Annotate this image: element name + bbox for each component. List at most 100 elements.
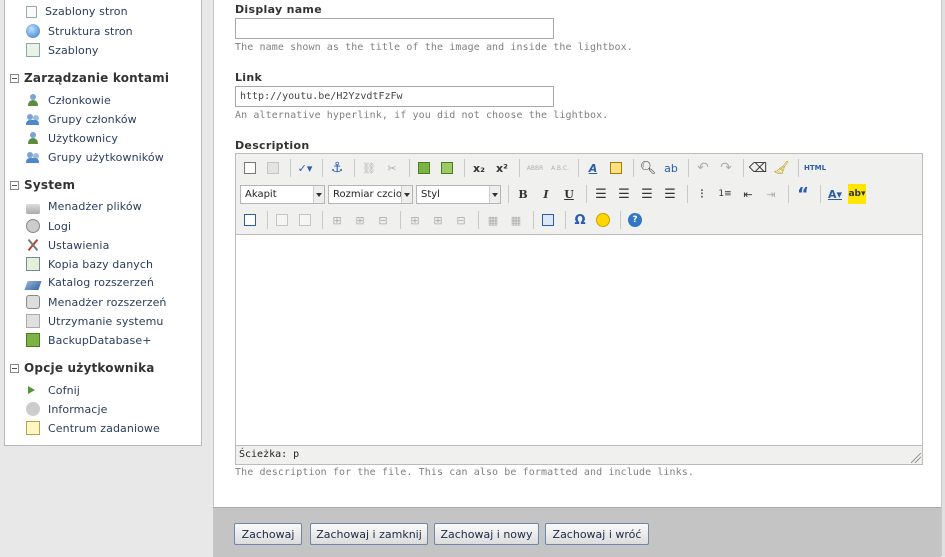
group-system[interactable]: System [10,178,75,192]
sidebar-item-label: Cofnij [48,383,80,397]
collapse-icon[interactable] [10,180,19,190]
sidebar-item-kopia-bazy[interactable]: Kopia bazy danych [26,257,153,271]
col-after-icon[interactable]: ⊞ [428,210,448,230]
eraser-icon[interactable]: ⌫ [748,158,768,178]
edit-icon[interactable] [240,210,260,230]
row-before-icon[interactable]: ⊞ [327,210,347,230]
sidebar-item-label: Grupy użytkowników [48,150,164,164]
toolbar-separator [400,211,401,229]
outdent-icon[interactable]: ⇤ [738,184,758,204]
toolbar-separator [620,211,621,229]
link-input[interactable] [235,86,554,107]
sidebar-item-label: Utrzymanie systemu [48,314,164,328]
bullet-list-icon[interactable]: ⁝ [692,184,712,204]
sidebar-item-utrzymanie-systemu[interactable]: Utrzymanie systemu [26,314,163,328]
split-cells-icon[interactable]: ▦ [483,210,503,230]
sidebar-item-cofnij[interactable]: Cofnij [26,383,80,397]
font-size-select[interactable]: Rozmiar czcion [328,184,413,204]
sidebar-item-uzytkownicy[interactable]: Użytkownicy [26,131,118,145]
sidebar-item-label: Kopia bazy danych [48,257,154,271]
blockquote-icon[interactable]: “ [793,184,813,205]
spellcheck-icon[interactable]: ✓▾ [295,158,315,178]
delete-row-icon[interactable]: ⊟ [373,210,393,230]
save-icon[interactable] [263,158,283,178]
delete-col-icon[interactable]: ⊟ [451,210,471,230]
align-justify-icon[interactable]: ☰ [660,184,680,204]
sidebar-item-katalog-rozszerzen[interactable]: Katalog rozszerzeń [24,276,154,290]
special-char-icon[interactable]: Ω [570,210,590,230]
subscript-icon[interactable]: x₂ [469,158,489,178]
anchor-icon[interactable]: ⚓ [327,158,347,178]
sidebar-item-struktura-stron[interactable]: Struktura stron [26,24,133,38]
image-icon[interactable] [414,158,434,178]
superscript-icon[interactable]: x² [492,158,512,178]
unlink-icon[interactable]: ✂ [382,158,402,178]
font-styles-icon[interactable]: A [583,158,603,178]
indent-icon[interactable]: ⇥ [761,184,781,204]
numbered-list-icon[interactable]: 1≡ [715,184,735,204]
link-hint: An alternative hyperlink, if you did not… [235,110,609,121]
text-color-icon[interactable]: A▾ [825,184,845,204]
toolbar-separator [820,185,821,203]
acronym-icon[interactable]: A.B.C. [549,158,571,178]
sidebar-item-menadzer-plikow[interactable]: Menadżer plików [26,200,142,214]
link-label: Link [235,71,263,84]
help-icon[interactable]: ? [625,210,645,230]
save-button[interactable]: Zachowaj [234,523,302,545]
italic-button[interactable]: I [536,184,556,204]
sidebar-item-menadzer-rozszerzen[interactable]: Menadżer rozszerzeń [26,295,167,309]
tools-icon [26,238,40,252]
description-hint: The description for the file. This can a… [235,467,695,478]
toolbar-separator [354,159,355,177]
replace-icon[interactable]: ab [661,158,681,178]
editor-content-area[interactable] [236,234,922,446]
find-icon[interactable]: 🔍︎ [638,158,658,178]
sidebar-item-centrum-zadaniowe[interactable]: Centrum zadaniowe [26,421,160,435]
sidebar-item-label: Menadżer plików [48,200,142,213]
save-new-button[interactable]: Zachowaj i nowy [434,523,539,545]
sidebar-item-backupdatabase[interactable]: BackupDatabase+ [26,333,152,347]
cleanup-icon[interactable]: 🧹︎ [771,158,791,178]
sidebar-item-czlonkowie[interactable]: Członkowie [26,93,111,107]
sidebar-item-logi[interactable]: Logi [26,219,71,233]
sidebar-item-szablony-stron[interactable]: Szablony stron [26,5,128,18]
insert-date-icon[interactable] [606,158,626,178]
layer-icon[interactable] [272,210,292,230]
editor-status-bar: Ścieżka: p [236,444,922,464]
collapse-icon[interactable] [10,73,19,83]
highlight-color-icon[interactable]: ab▾ [848,184,866,204]
row-after-icon[interactable]: ⊞ [350,210,370,230]
group-zarzadzanie-kontami[interactable]: Zarządzanie kontami [10,71,169,85]
sidebar-item-grupy-uzytkownikow[interactable]: Grupy użytkowników [26,150,164,164]
sidebar-item-szablony[interactable]: Szablony [26,43,99,57]
new-document-icon[interactable] [240,158,260,178]
window-edge [941,0,945,556]
group-opcje-uzytkownika[interactable]: Opcje użytkownika [10,361,155,375]
redo-icon[interactable]: ↷ [716,158,736,178]
media-icon[interactable] [437,158,457,178]
undo-icon[interactable]: ↶ [693,158,713,178]
style-select[interactable]: Styl [416,184,501,204]
align-right-icon[interactable]: ☰ [637,184,657,204]
save-close-button[interactable]: Zachowaj i zamknij [310,523,428,545]
link-icon[interactable]: ⛓ [359,158,379,178]
visual-aid-icon[interactable] [538,210,558,230]
merge-cells-icon[interactable]: ▦ [506,210,526,230]
align-center-icon[interactable]: ☰ [614,184,634,204]
emoticon-icon[interactable] [593,210,613,230]
layer-move-icon[interactable] [295,210,315,230]
save-back-button[interactable]: Zachowaj i wróć [545,523,649,545]
align-left-icon[interactable]: ☰ [591,184,611,204]
html-source-button[interactable]: HTML [803,158,827,178]
col-before-icon[interactable]: ⊞ [405,210,425,230]
abbr-icon[interactable]: ABBR [524,158,546,178]
display-name-input[interactable] [235,18,554,39]
underline-button[interactable]: U [559,184,579,204]
sidebar-item-informacje[interactable]: Informacje [26,402,107,416]
sidebar-item-grupy-czlonkow[interactable]: Grupy członków [26,112,137,126]
bold-button[interactable]: B [513,184,533,204]
format-select[interactable]: Akapit [240,184,325,204]
collapse-icon[interactable] [10,363,19,373]
sidebar-item-ustawienia[interactable]: Ustawienia [26,238,109,252]
resize-handle-icon[interactable] [911,453,921,463]
